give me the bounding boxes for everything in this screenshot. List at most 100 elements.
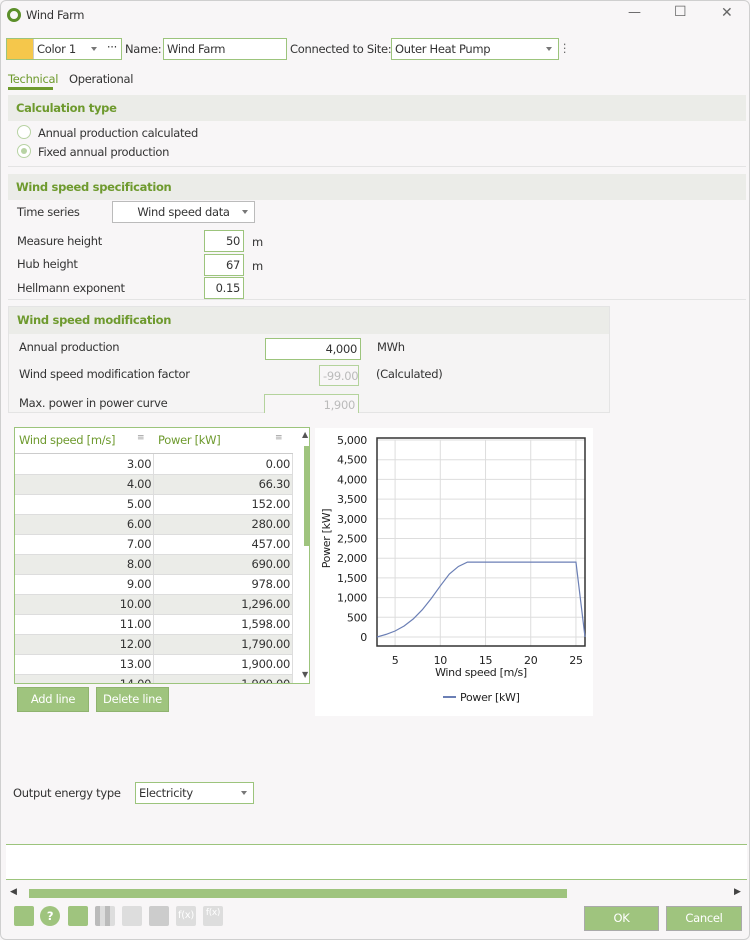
measure-height-input[interactable]: 50: [204, 230, 244, 252]
function-check-icon[interactable]: f(x): [203, 906, 223, 926]
chevron-down-icon: [241, 791, 247, 795]
power-cell[interactable]: 1,296.00: [153, 594, 293, 615]
wind-speed-cell[interactable]: 9.00: [15, 574, 155, 595]
legend-label: Power [kW]: [460, 691, 520, 704]
power-cell[interactable]: 457.00: [153, 534, 293, 555]
table-row[interactable]: 14.00 1,900.00: [15, 674, 293, 683]
table-row[interactable]: 8.00 690.00: [15, 554, 293, 575]
sort-icon[interactable]: ≡: [275, 433, 283, 443]
power-curve-grid[interactable]: Wind speed [m/s] ≡ Power [kW] ≡ 3.00 0.00…: [14, 427, 310, 684]
tab-operational[interactable]: Operational: [69, 72, 133, 86]
power-cell[interactable]: 0.00: [153, 454, 293, 475]
calculated-note: (Calculated): [376, 367, 443, 381]
table-row[interactable]: 4.00 66.30: [15, 474, 293, 495]
table-row[interactable]: 9.00 978.00: [15, 574, 293, 595]
hellmann-label: Hellmann exponent: [17, 281, 125, 295]
factor-input: -99.00: [319, 365, 359, 386]
heatmap-icon[interactable]: [95, 906, 115, 926]
output-energy-select[interactable]: Electricity: [135, 782, 254, 804]
wind-speed-cell[interactable]: 12.00: [15, 634, 155, 655]
annual-production-label: Annual production: [19, 340, 120, 354]
function-icon[interactable]: f(x): [176, 906, 196, 926]
power-cell[interactable]: 690.00: [153, 554, 293, 575]
x-tick-label: 5: [392, 654, 399, 667]
hub-height-input[interactable]: 67: [204, 254, 244, 276]
sort-icon[interactable]: ≡: [137, 433, 145, 443]
table-row[interactable]: 3.00 0.00: [15, 454, 293, 475]
wind-speed-cell[interactable]: 13.00: [15, 654, 155, 675]
window-title: Wind Farm: [26, 8, 85, 22]
table-row[interactable]: 12.00 1,790.00: [15, 634, 293, 655]
section-wind-speed-spec: Wind speed specification: [8, 174, 746, 200]
radio-fixed-annual[interactable]: [17, 144, 31, 158]
tab-technical[interactable]: Technical: [8, 72, 58, 86]
color-select[interactable]: Color 1 ···: [6, 38, 122, 60]
power-cell[interactable]: 1,790.00: [153, 634, 293, 655]
power-cell[interactable]: 1,598.00: [153, 614, 293, 635]
table-row[interactable]: 10.00 1,296.00: [15, 594, 293, 615]
hellmann-input[interactable]: 0.15: [204, 277, 244, 299]
y-tick-label: 2,000: [337, 552, 367, 565]
grid-scrollbar[interactable]: [304, 446, 309, 546]
wind-speed-cell[interactable]: 11.00: [15, 614, 155, 635]
maximize-button[interactable]: ☐: [674, 4, 687, 20]
delete-line-button[interactable]: Delete line: [96, 687, 169, 712]
hub-height-label: Hub height: [17, 257, 78, 271]
table-row[interactable]: 5.00 152.00: [15, 494, 293, 515]
scroll-left-icon[interactable]: ◀: [10, 887, 17, 897]
more-icon[interactable]: ···: [107, 37, 117, 57]
power-cell[interactable]: 152.00: [153, 494, 293, 515]
ok-button[interactable]: OK: [584, 906, 659, 931]
kebab-icon[interactable]: ⋮: [559, 41, 571, 55]
wind-speed-cell[interactable]: 4.00: [15, 474, 155, 495]
power-cell[interactable]: 978.00: [153, 574, 293, 595]
wind-speed-cell[interactable]: 7.00: [15, 534, 155, 555]
x-axis-label: Wind speed [m/s]: [435, 666, 527, 679]
y-tick-label: 500: [347, 611, 367, 624]
power-cell[interactable]: 280.00: [153, 514, 293, 535]
help-icon[interactable]: ?: [40, 906, 60, 926]
add-line-button[interactable]: Add line: [17, 687, 89, 712]
scroll-up-icon[interactable]: ▲: [302, 430, 308, 439]
close-button[interactable]: ✕: [721, 5, 733, 21]
annual-production-input[interactable]: 4,000: [265, 338, 361, 360]
wind-speed-cell[interactable]: 3.00: [15, 454, 155, 475]
chevron-down-icon: [91, 47, 97, 51]
power-cell[interactable]: 1,900.00: [153, 654, 293, 675]
site-value: Outer Heat Pump: [395, 42, 491, 56]
scroll-right-icon[interactable]: ▶: [734, 887, 741, 897]
wind-speed-cell[interactable]: 6.00: [15, 514, 155, 535]
y-tick-label: 3,500: [337, 493, 367, 506]
table-row[interactable]: 6.00 280.00: [15, 514, 293, 535]
column-header-power[interactable]: Power [kW]: [158, 433, 221, 447]
site-select[interactable]: Outer Heat Pump: [391, 38, 559, 60]
wind-speed-cell[interactable]: 8.00: [15, 554, 155, 575]
minimize-button[interactable]: —: [628, 5, 641, 20]
wind-speed-cell[interactable]: 14.00: [15, 674, 155, 683]
document-icon[interactable]: [149, 906, 169, 926]
power-cell[interactable]: 1,900.00: [153, 674, 293, 683]
table-row[interactable]: 11.00 1,598.00: [15, 614, 293, 635]
wind-speed-cell[interactable]: 5.00: [15, 494, 155, 515]
table-row[interactable]: 7.00 457.00: [15, 534, 293, 555]
wind-speed-cell[interactable]: 10.00: [15, 594, 155, 615]
radio-label: Annual production calculated: [38, 126, 198, 140]
curve-icon[interactable]: [122, 906, 142, 926]
table-row[interactable]: 13.00 1,900.00: [15, 654, 293, 675]
scroll-down-icon[interactable]: ▼: [302, 670, 308, 679]
name-label: Name:: [125, 42, 162, 56]
cancel-button[interactable]: Cancel: [666, 906, 742, 931]
plot-frame: [376, 437, 586, 647]
section-calculation-type: Calculation type: [8, 95, 746, 121]
column-header-wind-speed[interactable]: Wind speed [m/s]: [19, 433, 116, 447]
max-power-label: Max. power in power curve: [19, 396, 168, 410]
horizontal-scrollbar[interactable]: [29, 889, 567, 898]
unit: m: [252, 259, 263, 273]
time-series-select[interactable]: Wind speed data: [112, 201, 255, 223]
name-input[interactable]: Wind Farm: [163, 38, 287, 60]
radio-annual-calculated[interactable]: [17, 125, 31, 139]
power-cell[interactable]: 66.30: [153, 474, 293, 495]
chart-icon[interactable]: [68, 906, 88, 926]
export-file-icon[interactable]: [14, 906, 34, 926]
color-value: Color 1: [37, 42, 76, 56]
